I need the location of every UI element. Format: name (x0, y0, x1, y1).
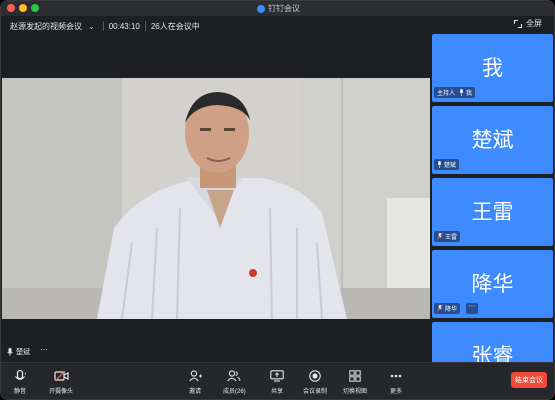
fullscreen-icon (514, 19, 522, 28)
microphone-icon (460, 89, 463, 96)
meeting-title[interactable]: 赵源发起的视频会议 (10, 21, 82, 32)
participant-avatar-name: 楚斌 (471, 128, 514, 152)
grid-view-icon (347, 369, 363, 383)
add-user-icon (187, 369, 203, 383)
participant-name: 我 (466, 91, 473, 97)
end-meeting-button[interactable]: 结束会议 (511, 372, 547, 388)
fullscreen-label: 全屏 (526, 19, 542, 28)
meeting-window: 钉钉会议 赵源发起的视频会议 ⌄ 00:43:10 26人在会议中 全屏 楚斌 … (0, 0, 555, 400)
microphone-icon (12, 369, 28, 383)
record-label: 会议录制 (303, 389, 328, 395)
participant-tile[interactable]: 降华 降华 ⋯ (432, 250, 553, 318)
participant-name: 楚斌 (444, 163, 457, 169)
chevron-down-icon[interactable]: ⌄ (88, 22, 95, 31)
participant-avatar-name: 降华 (471, 272, 514, 296)
host-badge: 主持人 (437, 91, 456, 97)
participant-tag: 王雷 (434, 231, 461, 242)
active-speaker-name: 楚斌 (16, 349, 30, 356)
participant-tile[interactable]: 张睿 (432, 322, 553, 364)
more-button[interactable]: 更多 (388, 369, 404, 395)
participant-list: 我 主持人 我 楚斌 楚斌 王雷 王雷 降华 降华 ⋯ 张睿 (432, 34, 553, 364)
main-video-feed[interactable] (2, 78, 430, 319)
app-title-text: 钉钉会议 (268, 4, 300, 13)
title-bar: 钉钉会议 (1, 1, 554, 16)
screen-share-icon (269, 369, 285, 383)
more-label: 更多 (389, 389, 402, 395)
microphone-icon (438, 161, 441, 168)
record-button[interactable]: 会议录制 (303, 369, 327, 395)
participant-tile[interactable]: 我 主持人 我 (432, 34, 553, 102)
share-button[interactable]: 共享 (269, 369, 285, 395)
dingtalk-logo-icon (257, 4, 265, 13)
mute-button[interactable]: 静音 (12, 369, 28, 395)
speaker-video-image (2, 78, 430, 319)
participant-name: 王雷 (445, 235, 458, 241)
members-icon (226, 369, 242, 383)
speaker-more-button[interactable]: ⋯ (38, 346, 50, 356)
participant-tag: 降华 (434, 303, 461, 314)
divider (102, 21, 104, 31)
participant-more-button[interactable]: ⋯ (466, 303, 478, 314)
camera-button[interactable]: 开摄像头 (49, 369, 73, 395)
participant-avatar-name: 张睿 (471, 344, 514, 364)
members-label: 成员(26) (223, 389, 246, 395)
fullscreen-button[interactable]: 全屏 (514, 18, 542, 29)
switch-view-button[interactable]: 切换视图 (343, 369, 367, 395)
camera-label: 开摄像头 (49, 389, 74, 395)
meeting-info-bar: 赵源发起的视频会议 ⌄ 00:43:10 26人在会议中 (1, 16, 431, 36)
app-title: 钉钉会议 (1, 3, 554, 14)
microphone-muted-icon (437, 305, 443, 312)
members-button[interactable]: 成员(26) (223, 369, 246, 395)
bottom-toolbar: 静音 开摄像头 邀请 成员(26) 共享 会议录制 切换视图 更多 (1, 362, 554, 399)
participant-avatar-name: 我 (482, 56, 503, 80)
record-icon (307, 369, 323, 383)
camera-off-icon (53, 369, 69, 383)
participant-tag: 楚斌 (434, 159, 460, 170)
invite-button[interactable]: 邀请 (187, 369, 203, 395)
mute-label: 静音 (13, 389, 26, 395)
participant-tile[interactable]: 王雷 王雷 (432, 178, 553, 246)
share-label: 共享 (270, 389, 283, 395)
scroll-down-chevron-icon[interactable]: ⌄ (482, 350, 489, 359)
participant-avatar-name: 王雷 (471, 200, 514, 224)
microphone-icon (7, 348, 13, 356)
participant-tag: 主持人 我 (434, 87, 476, 98)
divider (144, 21, 146, 31)
attendance-count: 26人在会议中 (150, 21, 200, 31)
microphone-muted-icon (437, 233, 443, 240)
more-dots-icon (388, 369, 404, 383)
participant-name: 降华 (445, 307, 458, 313)
invite-label: 邀请 (188, 389, 201, 395)
meeting-timer: 00:43:10 (108, 21, 140, 31)
active-speaker-label: 楚斌 (7, 347, 30, 357)
switch-view-label: 切换视图 (343, 389, 368, 395)
participant-tile[interactable]: 楚斌 楚斌 (432, 106, 553, 174)
